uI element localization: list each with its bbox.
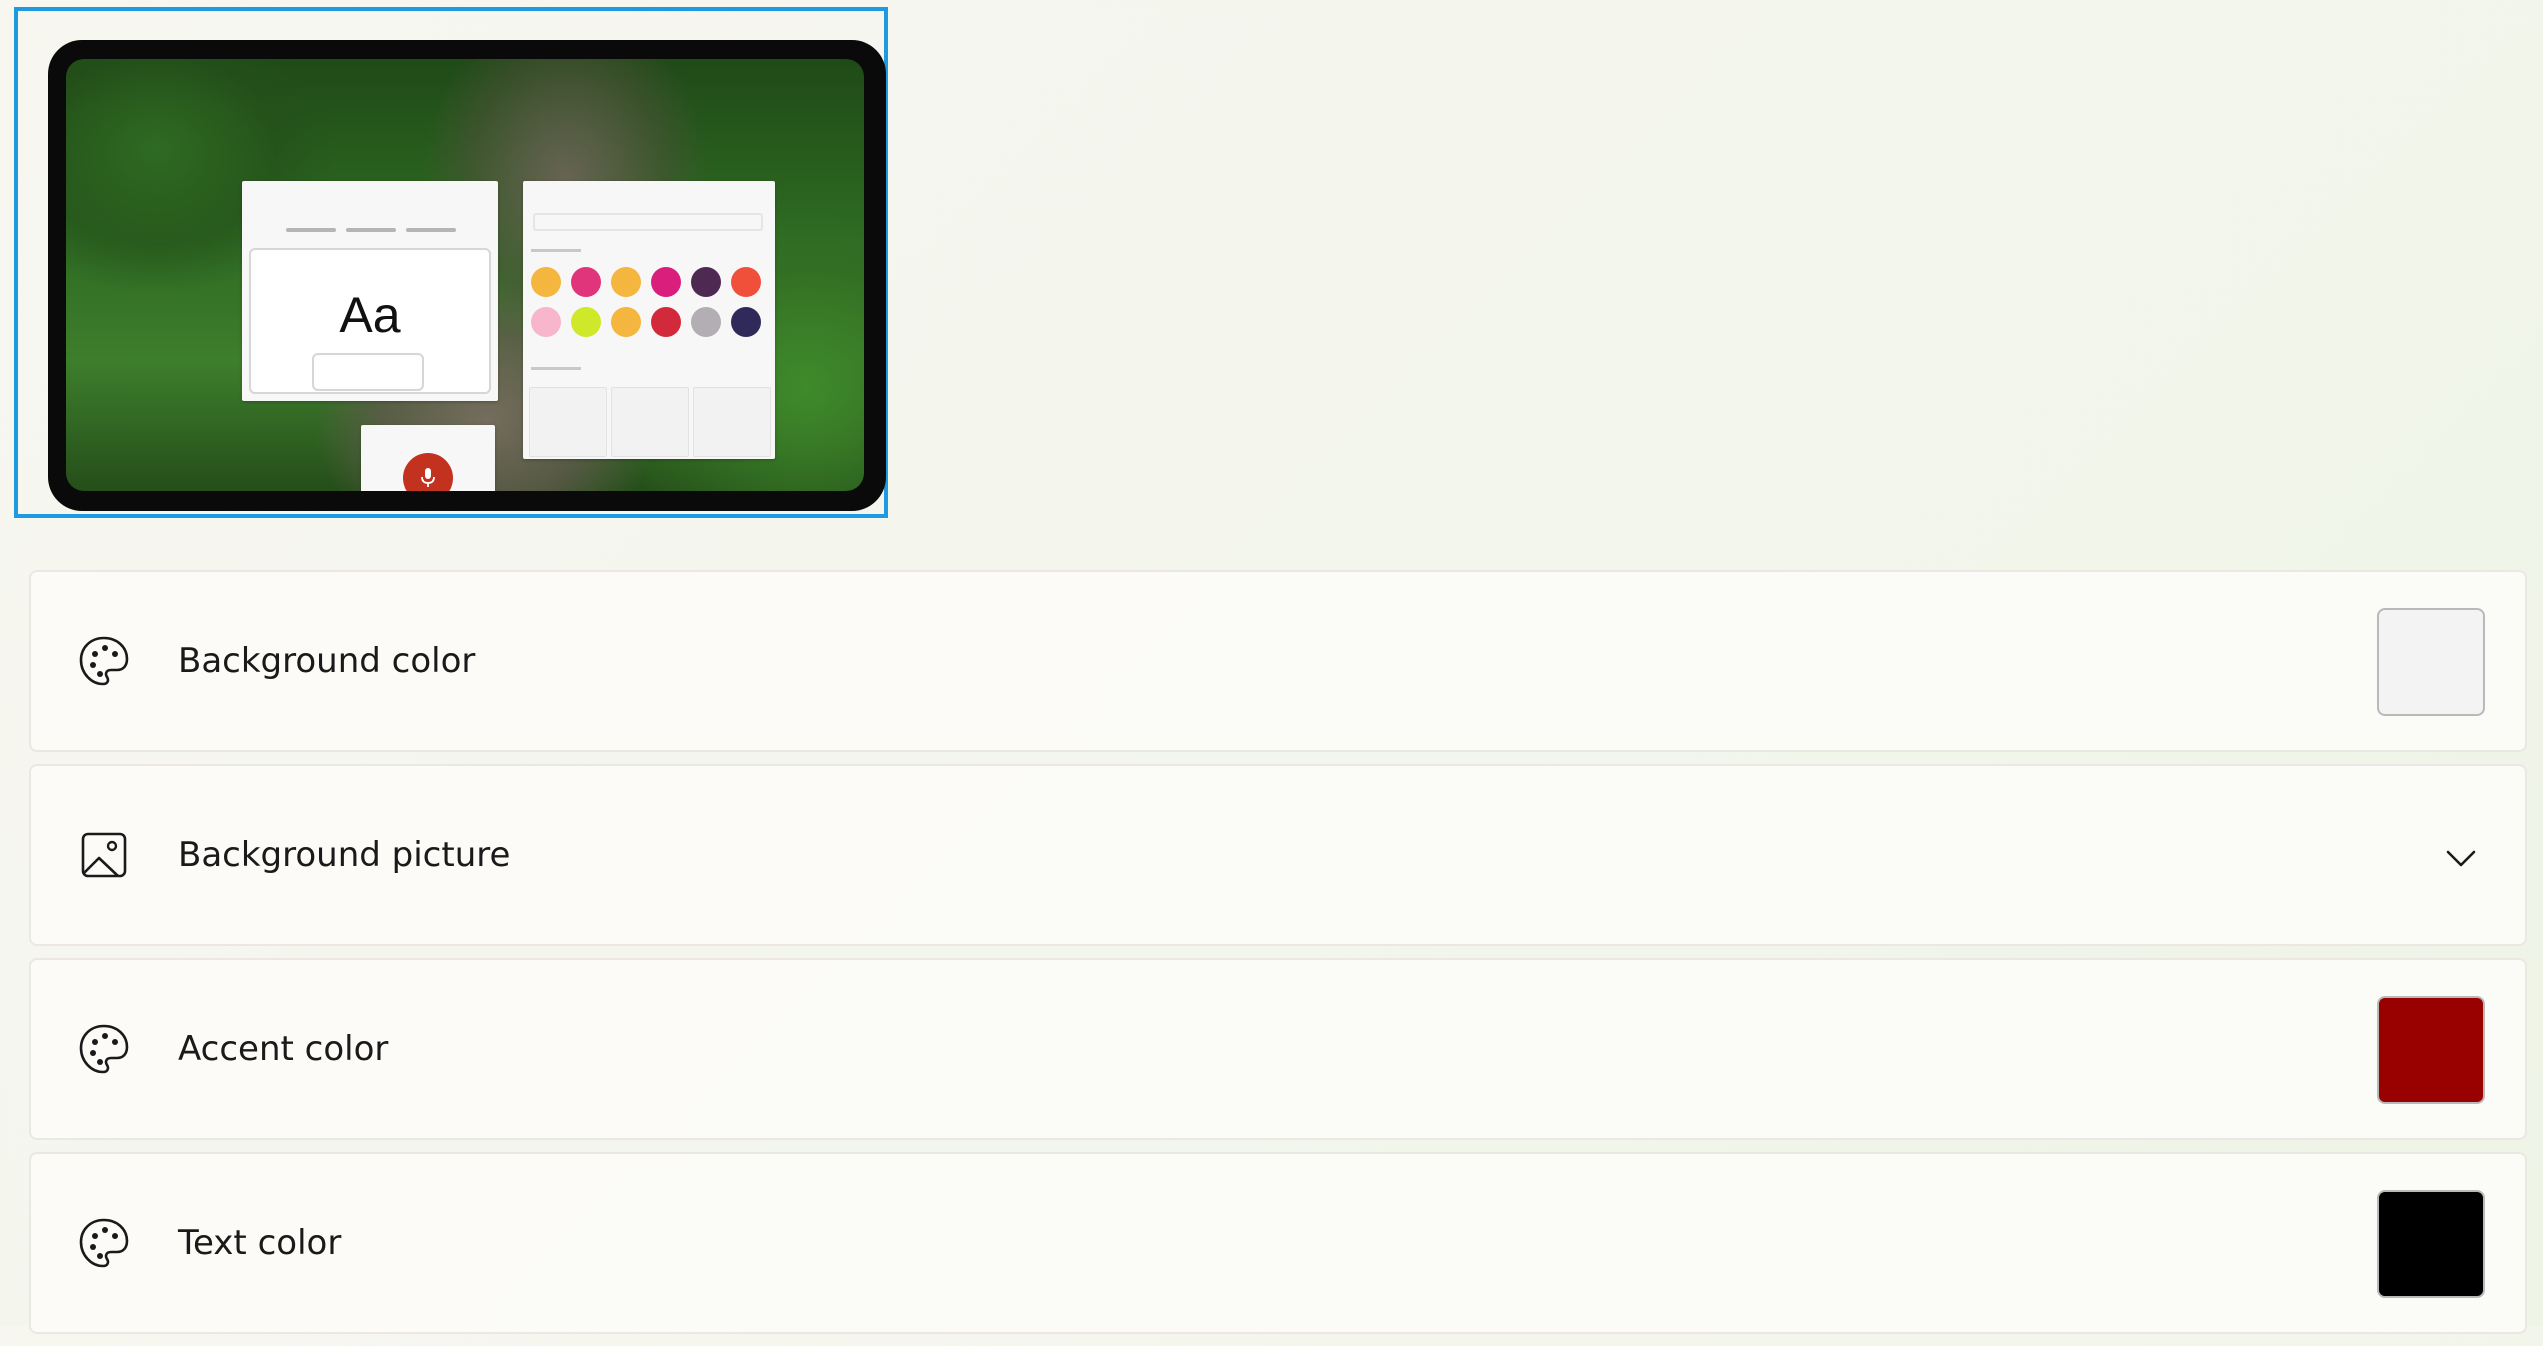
preview-swatch [571,307,601,337]
preview-tab [312,353,424,391]
setting-accent-color[interactable]: Accent color [29,958,2527,1140]
preview-swatch [651,267,681,297]
preview-screen: Aa [66,59,864,491]
preview-divider [531,249,581,252]
preview-palette-panel [523,181,775,459]
preview-mic-panel [361,425,495,491]
palette-icon [79,1024,129,1074]
setting-label: Background picture [178,835,511,875]
preview-swatch [531,267,561,297]
microphone-icon [403,453,453,491]
setting-label: Accent color [178,1029,389,1069]
preview-swatch [731,267,761,297]
preview-dashes [286,228,456,232]
preview-swatch [731,307,761,337]
preview-tiles [529,387,771,457]
preview-swatch [571,267,601,297]
theme-preview[interactable]: Aa [14,7,888,518]
preview-swatch-grid [531,267,761,337]
palette-icon [79,636,129,686]
settings-list: Background color Background picture Acce… [29,570,2527,1346]
preview-swatch [691,267,721,297]
preview-swatch [611,267,641,297]
setting-background-color[interactable]: Background color [29,570,2527,752]
preview-text-panel: Aa [242,181,498,401]
setting-background-picture[interactable]: Background picture [29,764,2527,946]
setting-label: Background color [178,641,476,681]
preview-swatch [611,307,641,337]
preview-swatch [651,307,681,337]
preview-swatch [691,307,721,337]
background-color-swatch[interactable] [2377,608,2485,716]
picture-icon [81,832,127,878]
chevron-down-icon[interactable] [2441,838,2481,878]
text-color-swatch[interactable] [2377,1190,2485,1298]
setting-text-color[interactable]: Text color [29,1152,2527,1334]
preview-search-bar [533,213,763,231]
preview-divider [531,367,581,370]
preview-swatch [531,307,561,337]
setting-label: Text color [178,1223,342,1263]
palette-icon [79,1218,129,1268]
accent-color-swatch[interactable] [2377,996,2485,1104]
